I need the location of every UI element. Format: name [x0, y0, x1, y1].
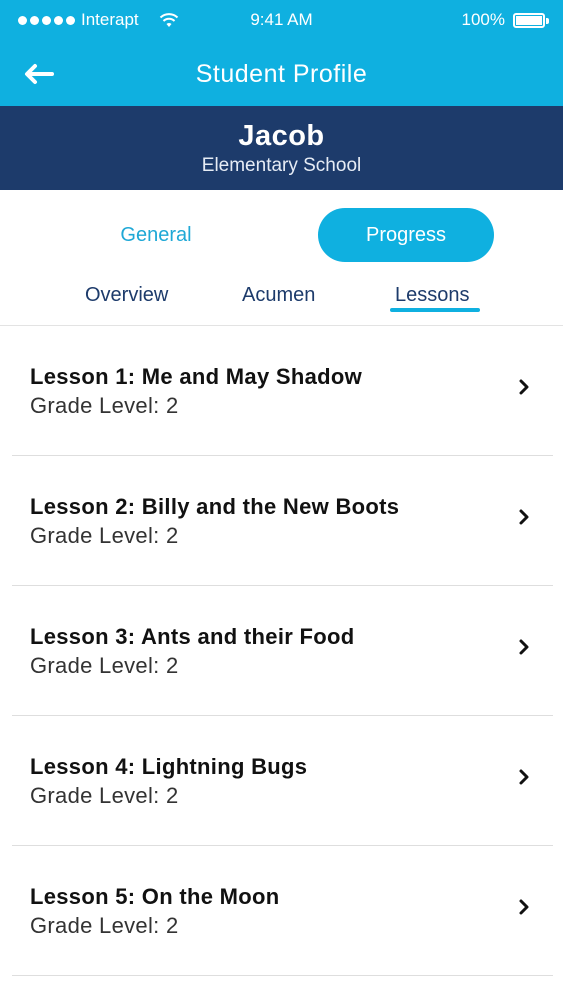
- lesson-grade: Grade Level: 2: [30, 913, 179, 938]
- tab-lessons[interactable]: Lessons: [395, 284, 470, 307]
- list-item[interactable]: Lesson 4: Lightning Bugs Grade Level: 2: [0, 716, 563, 846]
- profile-tabs: General Progress Overview Acumen Lessons: [0, 190, 563, 326]
- lesson-title: Lesson 2: Billy and the New Boots: [30, 494, 400, 519]
- list-item[interactable]: Lesson 1: Me and May Shadow Grade Level:…: [0, 326, 563, 456]
- tab-overview[interactable]: Overview: [85, 284, 168, 307]
- chevron-right-icon: [519, 899, 529, 915]
- divider: [12, 975, 553, 976]
- page-title: Student Profile: [195, 60, 368, 88]
- chevron-right-icon: [519, 639, 529, 655]
- student-school: Elementary School: [201, 155, 362, 176]
- list-item[interactable]: Lesson 5: On the Moon Grade Level: 2: [0, 846, 563, 976]
- student-header: Jacob Elementary School: [0, 106, 563, 190]
- segment-general[interactable]: General: [56, 208, 256, 262]
- app-header: Interapt 9:41 AM 100% Student Profile: [0, 0, 563, 106]
- lesson-grade: Grade Level: 2: [30, 653, 179, 678]
- chevron-right-icon: [519, 769, 529, 785]
- tab-acumen[interactable]: Acumen: [242, 284, 315, 307]
- battery-percent: 100%: [461, 10, 505, 29]
- nav-bar: Student Profile: [0, 40, 563, 106]
- chevron-right-icon: [519, 509, 529, 525]
- battery-group: 100%: [461, 10, 549, 30]
- list-item[interactable]: Lesson 2: Billy and the New Boots Grade …: [0, 456, 563, 586]
- lesson-grade: Grade Level: 2: [30, 393, 179, 418]
- lesson-title: Lesson 5: On the Moon: [30, 884, 280, 909]
- lesson-grade: Grade Level: 2: [30, 523, 179, 548]
- segment-progress[interactable]: Progress: [318, 208, 494, 262]
- lesson-list: Lesson 1: Me and May Shadow Grade Level:…: [0, 326, 563, 976]
- battery-icon: [513, 12, 549, 28]
- active-tab-indicator: [390, 308, 480, 312]
- lesson-grade: Grade Level: 2: [30, 783, 179, 808]
- lesson-title: Lesson 1: Me and May Shadow: [30, 364, 363, 389]
- lesson-title: Lesson 3: Ants and their Food: [30, 624, 355, 649]
- chevron-right-icon: [519, 379, 529, 395]
- list-item[interactable]: Lesson 3: Ants and their Food Grade Leve…: [0, 586, 563, 716]
- status-bar: Interapt 9:41 AM 100%: [0, 0, 563, 40]
- lesson-title: Lesson 4: Lightning Bugs: [30, 754, 308, 779]
- student-name: Jacob: [238, 120, 325, 152]
